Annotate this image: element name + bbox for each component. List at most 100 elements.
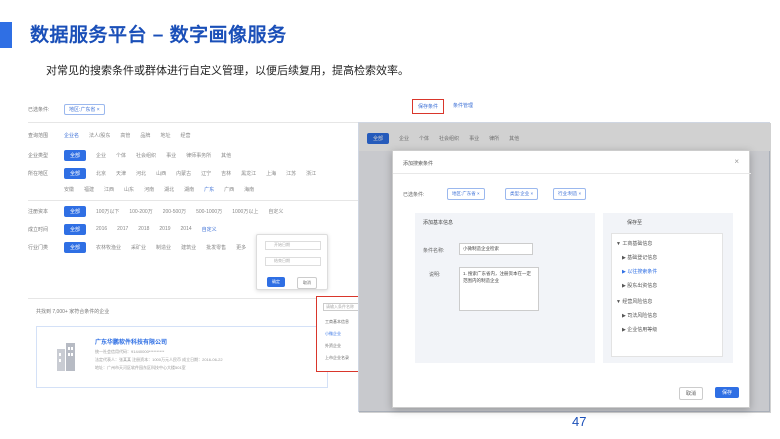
region-chip[interactable]: 福建 <box>84 186 94 193</box>
date-to-input[interactable]: 结束日期 <box>265 257 321 266</box>
folder-tree: ▼ 工商基础信息 ▶ 基础登记信息 ▶ 以往搜索条件 ▶ 股东出资信息 ▼ 经营… <box>611 233 723 357</box>
all-button[interactable]: 全部 <box>64 205 87 217</box>
filter-chip[interactable]: 200-500万 <box>163 208 186 215</box>
filter-chip[interactable]: 500-1000万 <box>196 208 222 215</box>
region-chip[interactable]: 广西 <box>224 186 234 193</box>
filter-chip[interactable]: 个体 <box>116 152 126 159</box>
selected-condition-tag[interactable]: 地区:广东省 × <box>447 188 485 200</box>
condition-item[interactable]: 小微企业 <box>325 331 341 337</box>
date-from-input[interactable]: 开始日期 <box>265 241 321 250</box>
region-chip[interactable]: 吉林 <box>221 170 231 177</box>
filter-row-scope: 查询范围 企业名 法人/股东 高管 品牌 地址 经营 <box>28 128 200 142</box>
tree-item[interactable]: ▶ 基础登记信息 <box>622 254 657 261</box>
region-chip[interactable]: 海南 <box>244 186 254 193</box>
selected-condition-tag[interactable]: 地区:广东省 × <box>64 103 105 115</box>
manage-condition-link[interactable]: 条件管理 <box>453 102 473 109</box>
filter-chip[interactable]: 高管 <box>120 132 130 139</box>
filter-chip[interactable]: 其他 <box>221 152 231 159</box>
save-button[interactable]: 保存 <box>715 387 740 398</box>
popover-cancel-button[interactable]: 取消 <box>297 277 317 289</box>
filter-chip[interactable]: 2018 <box>138 226 149 232</box>
filter-chip[interactable]: 制造业 <box>156 244 171 251</box>
popover-ok-button[interactable]: 确定 <box>267 277 285 287</box>
selected-label: 已选条件: <box>28 106 50 113</box>
selected-condition-tag[interactable]: 行业:制造 × <box>553 188 587 200</box>
filter-chip[interactable]: 地址 <box>160 132 170 139</box>
filter-chip[interactable]: 自定义 <box>202 226 217 233</box>
region-chip[interactable]: 山东 <box>124 186 134 193</box>
company-result-card[interactable]: 广东华鹏软件科技有限公司 统一社会信用代码：91440000**********… <box>36 326 328 388</box>
filter-chip[interactable]: 自定义 <box>268 208 283 215</box>
description-textarea[interactable]: 1. 搜索广东省内，注册资本在一定范围内的制造企业 <box>459 267 539 311</box>
region-chip[interactable]: 黑龙江 <box>241 170 256 177</box>
tree-folder-label: 工商基础信息 <box>622 241 653 247</box>
filter-chip[interactable]: 品牌 <box>140 132 150 139</box>
filter-chip[interactable]: 2019 <box>159 226 170 232</box>
region-chip[interactable]: 湖北 <box>164 186 174 193</box>
filter-chip[interactable]: 更多 <box>236 244 246 251</box>
tree-folder[interactable]: ▼ 经营风险信息 <box>616 298 652 305</box>
filter-chip[interactable]: 律师事务所 <box>186 152 211 159</box>
region-chip[interactable]: 广东 <box>204 186 214 193</box>
filter-chip[interactable]: 2016 <box>96 226 107 232</box>
region-chip[interactable]: 安徽 <box>64 186 74 193</box>
condition-item[interactable]: 外资企业 <box>325 343 341 349</box>
slide-subtitle: 对常见的搜索条件或群体进行自定义管理，以便后续复用，提高检索效率。 <box>46 65 409 77</box>
save-condition-button[interactable]: 保存条件 <box>412 99 445 114</box>
panel-title: 保存至 <box>627 220 643 226</box>
condition-name-input[interactable]: 小微制造企业检索 <box>459 243 533 255</box>
filter-chip[interactable]: 法人/股东 <box>89 132 110 139</box>
region-chip[interactable]: 天津 <box>116 170 126 177</box>
tree-item-label: 以往搜索条件 <box>627 269 658 275</box>
condition-item[interactable]: 上市企业名录 <box>325 355 349 361</box>
filter-chip[interactable]: 农林牧渔业 <box>96 244 121 251</box>
cancel-button[interactable]: 取消 <box>679 387 704 400</box>
all-button[interactable]: 全部 <box>64 241 87 253</box>
filter-chip[interactable]: 采矿业 <box>131 244 146 251</box>
tree-item[interactable]: ▶ 企业信用等级 <box>622 326 657 333</box>
tree-item-selected[interactable]: ▶ 以往搜索条件 <box>622 268 657 275</box>
filter-chip[interactable]: 企业名 <box>64 132 79 139</box>
filter-chip[interactable]: 100-200万 <box>129 208 152 215</box>
date-range-popover: 开始日期 结束日期 确定 取消 <box>256 234 328 290</box>
condition-item[interactable]: 工商基本信息 <box>325 319 349 325</box>
company-credit-code: 统一社会信用代码：91440000********** <box>95 349 165 354</box>
region-chip[interactable]: 内蒙古 <box>176 170 191 177</box>
tree-item[interactable]: ▶ 司法风险信息 <box>622 312 657 319</box>
filter-chip[interactable]: 事业 <box>166 152 176 159</box>
filter-chip[interactable]: 经营 <box>180 132 190 139</box>
panel-title: 添加基本信息 <box>423 220 454 226</box>
region-chip[interactable]: 江苏 <box>286 170 296 177</box>
filter-label: 查询范围 <box>28 132 49 139</box>
filter-chip[interactable]: 2014 <box>181 226 192 232</box>
tree-item[interactable]: ▶ 股东出资信息 <box>622 282 657 289</box>
close-icon[interactable]: × <box>734 157 739 166</box>
page-number: 47 <box>572 414 587 429</box>
region-chip[interactable]: 河北 <box>136 170 146 177</box>
company-name[interactable]: 广东华鹏软件科技有限公司 <box>95 337 167 346</box>
filter-row-capital: 注册资本 全部 100万以下 100-200万 200-500万 500-100… <box>28 204 293 218</box>
region-chip[interactable]: 河南 <box>144 186 154 193</box>
filter-chip[interactable]: 2017 <box>117 226 128 232</box>
company-address: 地址：广州市天河区软件园东区科技中心大楼501室 <box>95 365 186 370</box>
filter-chip[interactable]: 100万以下 <box>96 208 119 215</box>
tree-folder[interactable]: ▼ 工商基础信息 <box>616 240 652 247</box>
region-chip[interactable]: 浙江 <box>306 170 316 177</box>
selected-condition-tag[interactable]: 类型:企业 × <box>505 188 539 200</box>
filter-chip[interactable]: 社会组织 <box>136 152 156 159</box>
all-button[interactable]: 全部 <box>64 223 87 235</box>
filter-chip[interactable]: 批发零售 <box>206 244 226 251</box>
region-chip[interactable]: 湖南 <box>184 186 194 193</box>
region-chip[interactable]: 北京 <box>96 170 106 177</box>
filter-chip[interactable]: 1000万以上 <box>232 208 258 215</box>
filter-chip[interactable]: 建筑业 <box>181 244 196 251</box>
region-chip[interactable]: 辽宁 <box>201 170 211 177</box>
slide: 数据服务平台 – 数字画像服务 对常见的搜索条件或群体进行自定义管理，以便后续复… <box>0 0 780 439</box>
all-button[interactable]: 全部 <box>64 149 87 161</box>
all-button[interactable]: 全部 <box>64 167 87 179</box>
region-chip[interactable]: 山西 <box>156 170 166 177</box>
filter-label: 注册资本 <box>28 208 49 215</box>
region-chip[interactable]: 上海 <box>266 170 276 177</box>
filter-chip[interactable]: 企业 <box>96 152 106 159</box>
region-chip[interactable]: 江西 <box>104 186 114 193</box>
